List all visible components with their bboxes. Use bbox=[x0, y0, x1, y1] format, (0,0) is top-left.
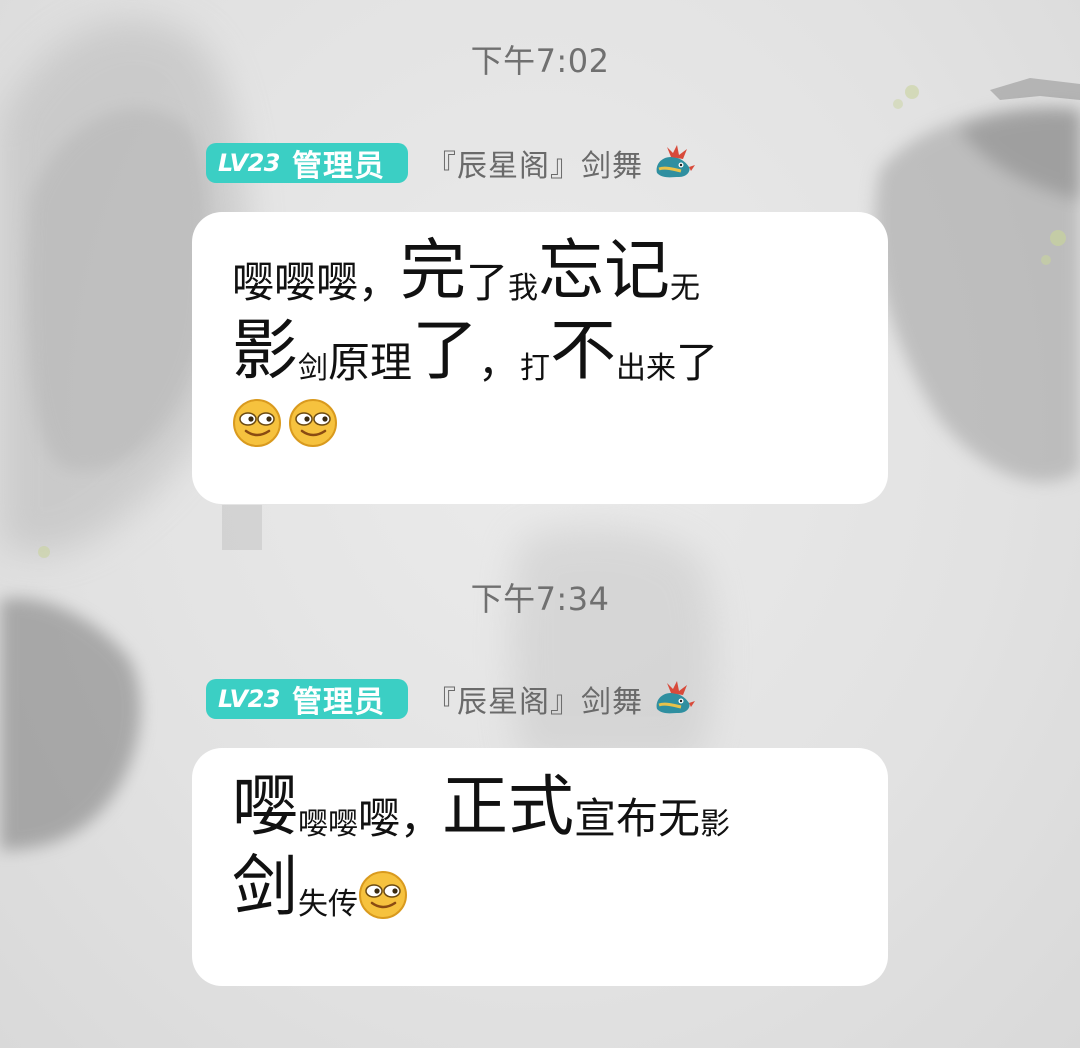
level-label: LV23 bbox=[218, 685, 280, 713]
message-text: 正式 bbox=[442, 768, 575, 845]
message-bubble[interactable]: 嘤嘤嘤，完了我忘记无影剑原理了，打不出来了 bbox=[192, 212, 888, 504]
message-text: ， bbox=[478, 338, 521, 387]
dragon-icon bbox=[656, 145, 695, 178]
level-badge: LV23 管理员 bbox=[206, 679, 408, 720]
message-text: 嘤 bbox=[232, 768, 298, 845]
message-text: 影 bbox=[700, 807, 731, 842]
level-badge: LV23 管理员 bbox=[206, 143, 408, 184]
message-bubble[interactable]: 嘤嘤嘤 嘤， 正式 宣布无影剑失传 bbox=[192, 748, 888, 986]
role-label: 管理员 bbox=[291, 149, 385, 184]
message-line: 嘤嘤嘤 嘤， 正式 宣布无影 bbox=[232, 774, 848, 840]
role-label: 管理员 bbox=[291, 685, 385, 720]
timestamp: 下午7:02 bbox=[470, 42, 610, 80]
message-line: 影剑原理了，打不出来了 bbox=[232, 318, 848, 384]
message-text: 嘤， bbox=[358, 794, 443, 843]
message-text: 了 bbox=[412, 312, 479, 389]
level-label: LV23 bbox=[218, 149, 280, 177]
message-text: 嘤嘤 bbox=[298, 807, 358, 842]
message-text: 影 bbox=[232, 312, 298, 389]
message-text: 剑 bbox=[232, 848, 298, 925]
message-line: 剑失传 bbox=[232, 854, 848, 920]
smirk-emoji-icon bbox=[359, 871, 407, 919]
message-text: 嘤嘤嘤， bbox=[232, 258, 401, 307]
message-text: 了 bbox=[466, 258, 509, 307]
message-text: 宣布无 bbox=[574, 794, 701, 843]
message-text: 我 bbox=[508, 271, 539, 306]
message-text: 不 bbox=[550, 312, 617, 389]
dragon-icon bbox=[656, 681, 695, 714]
smirk-emoji-icon bbox=[233, 399, 281, 447]
sender-info[interactable]: LV23 管理员 『辰星阁』剑舞 bbox=[206, 678, 697, 720]
message-text: 出来 bbox=[616, 351, 677, 386]
message-text: 原理 bbox=[328, 338, 413, 387]
message-text: 完 bbox=[400, 232, 467, 309]
message-line: 嘤嘤嘤，完了我忘记无 bbox=[232, 238, 848, 304]
sender-info[interactable]: LV23 管理员 『辰星阁』剑舞 bbox=[206, 142, 697, 184]
message-line bbox=[232, 398, 848, 448]
message-text: 忘记 bbox=[538, 232, 671, 309]
smirk-emoji-icon bbox=[289, 399, 337, 447]
timestamp: 下午7:34 bbox=[470, 580, 610, 618]
message-text: 失传 bbox=[298, 887, 358, 922]
message-text: 了 bbox=[676, 338, 719, 387]
sender-name[interactable]: 『辰星阁』剑舞 bbox=[426, 677, 643, 721]
message-text: 打 bbox=[520, 351, 551, 386]
sender-name[interactable]: 『辰星阁』剑舞 bbox=[426, 141, 643, 185]
message-text: 无 bbox=[670, 271, 701, 306]
message-text: 剑 bbox=[298, 351, 328, 386]
